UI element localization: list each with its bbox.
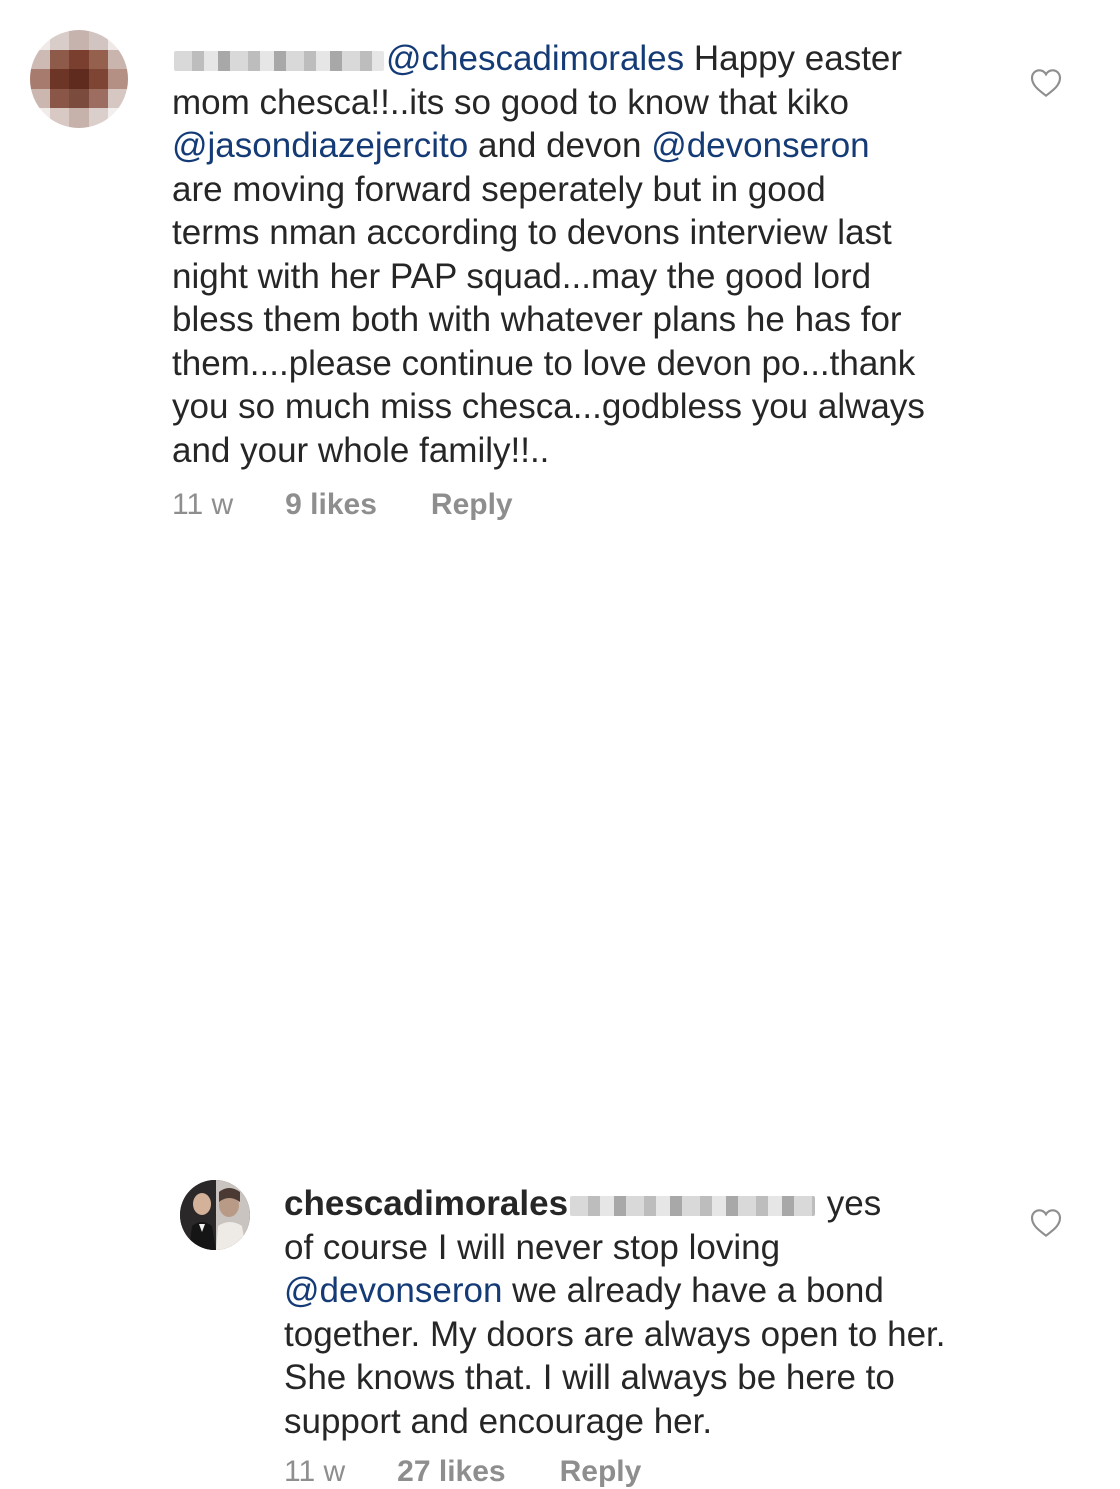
- comment-line: together. My doors are always open to he…: [284, 1314, 946, 1354]
- comment-line: we already have a bond: [502, 1271, 884, 1310]
- reply-button[interactable]: Reply: [560, 1455, 642, 1489]
- blurred-username: [174, 50, 384, 71]
- comment-line: She knows that. I will always be here to: [284, 1358, 895, 1397]
- comment-line: mom chesca!!..its so good to know that k…: [172, 82, 849, 122]
- comment-line: Happy easter: [684, 39, 903, 78]
- comment-line: and devon: [468, 126, 652, 165]
- comment-line: of course I will never stop loving: [284, 1227, 781, 1267]
- comment-age: 11 w: [172, 488, 234, 521]
- comment-meta: 11 w 27 likes Reply: [284, 1455, 641, 1489]
- reply-button[interactable]: Reply: [431, 488, 513, 522]
- likes-count-button[interactable]: 27 likes: [397, 1455, 505, 1489]
- comment-line: support and encourage her.: [284, 1401, 713, 1441]
- mention-link[interactable]: @chescadimorales: [386, 39, 684, 78]
- avatar-photo: [180, 1180, 250, 1250]
- comment-line: and your whole family!!..: [172, 430, 550, 470]
- comment-text: chescadimorales yes of course I will nev…: [284, 1182, 1004, 1443]
- mention-link[interactable]: @jasondiazejercito: [172, 126, 468, 165]
- pixelated-avatar-icon: [30, 30, 128, 128]
- comment-line: night with her PAP squad...may the good …: [172, 256, 872, 296]
- comment-line: are moving forward seperately but in goo…: [172, 169, 826, 209]
- comment-text: @chescadimorales Happy easter mom chesca…: [172, 37, 1002, 472]
- comment-line: yes: [817, 1184, 882, 1223]
- commenter-avatar[interactable]: [30, 30, 128, 128]
- comment-username[interactable]: chescadimorales: [284, 1184, 568, 1223]
- comment-line: them....please continue to love devon po…: [172, 343, 916, 383]
- comment-meta: 11 w 9 likes Reply: [172, 488, 513, 522]
- heart-outline-icon[interactable]: [1030, 68, 1062, 98]
- heart-outline-icon[interactable]: [1030, 1208, 1062, 1238]
- comment-age: 11 w: [284, 1455, 346, 1488]
- comment-line: terms nman according to devons interview…: [172, 213, 892, 252]
- mention-link[interactable]: @devonseron: [284, 1271, 502, 1310]
- mention-link[interactable]: @devonseron: [651, 126, 869, 165]
- comment-line: you so much miss chesca...godbless you a…: [172, 387, 925, 426]
- comment-line: bless them both with whatever plans he h…: [172, 300, 902, 339]
- likes-count-button[interactable]: 9 likes: [285, 488, 377, 522]
- profile-photo-avatar-icon[interactable]: [180, 1180, 250, 1250]
- blurred-mention: [570, 1195, 816, 1216]
